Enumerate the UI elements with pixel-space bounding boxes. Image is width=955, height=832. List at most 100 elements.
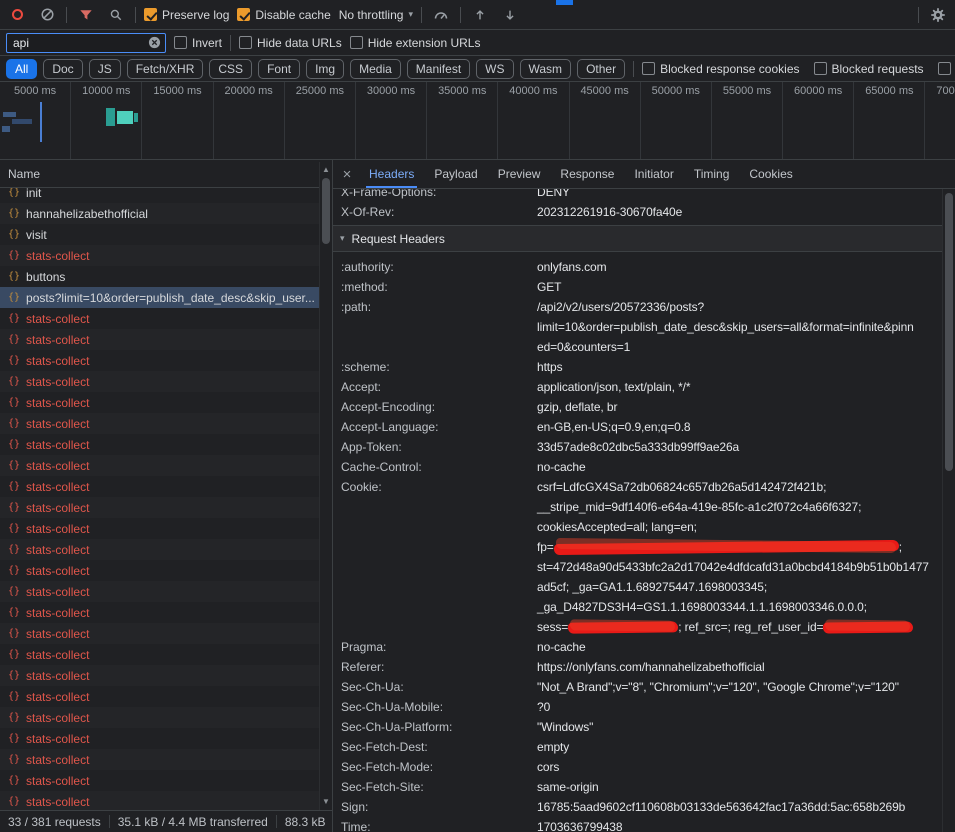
header-row: Sec-Ch-Ua:"Not_A Brand";v="8", "Chromium…	[333, 677, 943, 697]
request-name: stats-collect	[26, 417, 315, 431]
settings-button[interactable]	[927, 4, 949, 26]
import-har-button[interactable]	[469, 4, 491, 26]
network-conditions-button[interactable]	[430, 4, 452, 26]
resource-chip-all[interactable]: All	[6, 59, 37, 79]
resource-chip-other[interactable]: Other	[577, 59, 625, 79]
request-row-visit[interactable]: {}visit	[0, 224, 319, 245]
headers-content: X-Frame-Options:DENYX-Of-Rev:20231226191…	[333, 189, 943, 832]
resource-chip-fetch-xhr[interactable]: Fetch/XHR	[127, 59, 204, 79]
request-name: stats-collect	[26, 774, 315, 788]
resource-chip-img[interactable]: Img	[306, 59, 344, 79]
resource-chip-css[interactable]: CSS	[209, 59, 252, 79]
tab-timing[interactable]: Timing	[684, 160, 740, 188]
preserve-log-checkbox[interactable]: Preserve log	[144, 8, 229, 22]
tab-headers[interactable]: Headers	[359, 160, 424, 188]
request-row-init[interactable]: {}init	[0, 188, 319, 203]
request-row-stats-collect[interactable]: {}stats-collect	[0, 350, 319, 371]
request-row-stats-collect[interactable]: {}stats-collect	[0, 770, 319, 791]
checkbox-3rd-party-requests[interactable]: 3rd-party requests	[938, 62, 955, 76]
column-header-name[interactable]: Name	[0, 160, 332, 188]
request-row-stats-collect[interactable]: {}stats-collect	[0, 665, 319, 686]
request-row-stats-collect[interactable]: {}stats-collect	[0, 245, 319, 266]
header-value: "Not_A Brand";v="8", "Chromium";v="120",…	[537, 677, 899, 697]
header-row: Pragma:no-cache	[333, 637, 943, 657]
timeline-tick: 45000 ms	[570, 82, 641, 159]
request-row-stats-collect[interactable]: {}stats-collect	[0, 329, 319, 350]
invert-checkbox[interactable]: Invert	[174, 36, 222, 50]
resource-chip-manifest[interactable]: Manifest	[407, 59, 470, 79]
resource-chip-font[interactable]: Font	[258, 59, 300, 79]
request-row-posts-limit-10-order-publish-date-desc-s[interactable]: {}posts?limit=10&order=publish_date_desc…	[0, 287, 319, 308]
header-row: :authority:onlyfans.com	[333, 257, 943, 277]
resource-chip-doc[interactable]: Doc	[43, 59, 82, 79]
request-row-stats-collect[interactable]: {}stats-collect	[0, 749, 319, 770]
request-row-stats-collect[interactable]: {}stats-collect	[0, 539, 319, 560]
filter-toggle-button[interactable]	[75, 4, 97, 26]
toolbar-separator	[918, 7, 919, 23]
header-value-line: _ga_D4827DS3H4=GS1.1.1698003344.1.1.1698…	[537, 597, 929, 617]
request-row-stats-collect[interactable]: {}stats-collect	[0, 434, 319, 455]
header-value: 33d57ade8c02dbc5a333db99ff9ae26a	[537, 437, 739, 457]
request-row-stats-collect[interactable]: {}stats-collect	[0, 644, 319, 665]
request-name: stats-collect	[26, 606, 315, 620]
close-details-button[interactable]: ×	[335, 166, 359, 183]
throttling-dropdown[interactable]: No throttling ▾	[339, 8, 413, 22]
request-row-stats-collect[interactable]: {}stats-collect	[0, 371, 319, 392]
timeline-overview[interactable]: 5000 ms10000 ms15000 ms20000 ms25000 ms3…	[0, 82, 955, 160]
checkbox-blocked-requests[interactable]: Blocked requests	[814, 62, 924, 76]
timeline-tick: 5000 ms	[0, 82, 71, 159]
request-row-stats-collect[interactable]: {}stats-collect	[0, 476, 319, 497]
header-value: 16785:5aad9602cf110608b03133de563642fac1…	[537, 797, 905, 817]
header-key: App-Token:	[341, 437, 537, 457]
disable-cache-checkbox[interactable]: Disable cache	[237, 8, 330, 22]
clear-filter-icon[interactable]	[148, 36, 161, 49]
clear-button[interactable]	[36, 4, 58, 26]
resource-chip-media[interactable]: Media	[350, 59, 401, 79]
request-row-stats-collect[interactable]: {}stats-collect	[0, 392, 319, 413]
resource-chip-js[interactable]: JS	[89, 59, 121, 79]
script-icon: {}	[8, 418, 20, 429]
request-row-stats-collect[interactable]: {}stats-collect	[0, 518, 319, 539]
export-har-button[interactable]	[499, 4, 521, 26]
request-row-stats-collect[interactable]: {}stats-collect	[0, 455, 319, 476]
header-row: Sec-Ch-Ua-Mobile:?0	[333, 697, 943, 717]
request-row-stats-collect[interactable]: {}stats-collect	[0, 602, 319, 623]
details-scrollbar[interactable]	[942, 189, 955, 832]
tab-preview[interactable]: Preview	[488, 160, 551, 188]
scrollbar-thumb[interactable]	[322, 178, 330, 244]
tab-response[interactable]: Response	[550, 160, 624, 188]
request-row-stats-collect[interactable]: {}stats-collect	[0, 308, 319, 329]
header-row: App-Token:33d57ade8c02dbc5a333db99ff9ae2…	[333, 437, 943, 457]
request-row-stats-collect[interactable]: {}stats-collect	[0, 686, 319, 707]
scroll-up-icon[interactable]: ▲	[320, 164, 332, 176]
tab-payload[interactable]: Payload	[424, 160, 487, 188]
request-row-stats-collect[interactable]: {}stats-collect	[0, 728, 319, 749]
hide-data-urls-label: Hide data URLs	[257, 36, 342, 50]
hide-extension-urls-checkbox[interactable]: Hide extension URLs	[350, 36, 481, 50]
request-row-stats-collect[interactable]: {}stats-collect	[0, 581, 319, 602]
request-row-stats-collect[interactable]: {}stats-collect	[0, 623, 319, 644]
request-row-stats-collect[interactable]: {}stats-collect	[0, 560, 319, 581]
request-row-stats-collect[interactable]: {}stats-collect	[0, 707, 319, 728]
header-value: no-cache	[537, 457, 586, 477]
timeline-tick: 65000 ms	[854, 82, 925, 159]
tab-cookies[interactable]: Cookies	[739, 160, 802, 188]
request-row-stats-collect[interactable]: {}stats-collect	[0, 791, 319, 810]
checkbox-blocked-response-cookies[interactable]: Blocked response cookies	[642, 62, 799, 76]
resource-chip-wasm[interactable]: Wasm	[520, 59, 572, 79]
request-row-buttons[interactable]: {}buttons	[0, 266, 319, 287]
search-button[interactable]	[105, 4, 127, 26]
tab-initiator[interactable]: Initiator	[624, 160, 683, 188]
filter-input[interactable]: api	[6, 33, 166, 53]
record-button[interactable]	[6, 4, 28, 26]
request-headers-section[interactable]: ▾ Request Headers	[333, 226, 943, 252]
requests-scrollbar[interactable]: ▲ ▼	[319, 162, 332, 810]
scrollbar-thumb[interactable]	[945, 193, 953, 471]
request-row-stats-collect[interactable]: {}stats-collect	[0, 497, 319, 518]
request-row-stats-collect[interactable]: {} stats-collect	[0, 413, 319, 434]
hide-data-urls-checkbox[interactable]: Hide data URLs	[239, 36, 342, 50]
request-row-hannahelizabethofficial[interactable]: {}hannahelizabethofficial	[0, 203, 319, 224]
gear-icon	[930, 7, 946, 23]
resource-chip-ws[interactable]: WS	[476, 59, 513, 79]
scroll-down-icon[interactable]: ▼	[320, 796, 332, 808]
